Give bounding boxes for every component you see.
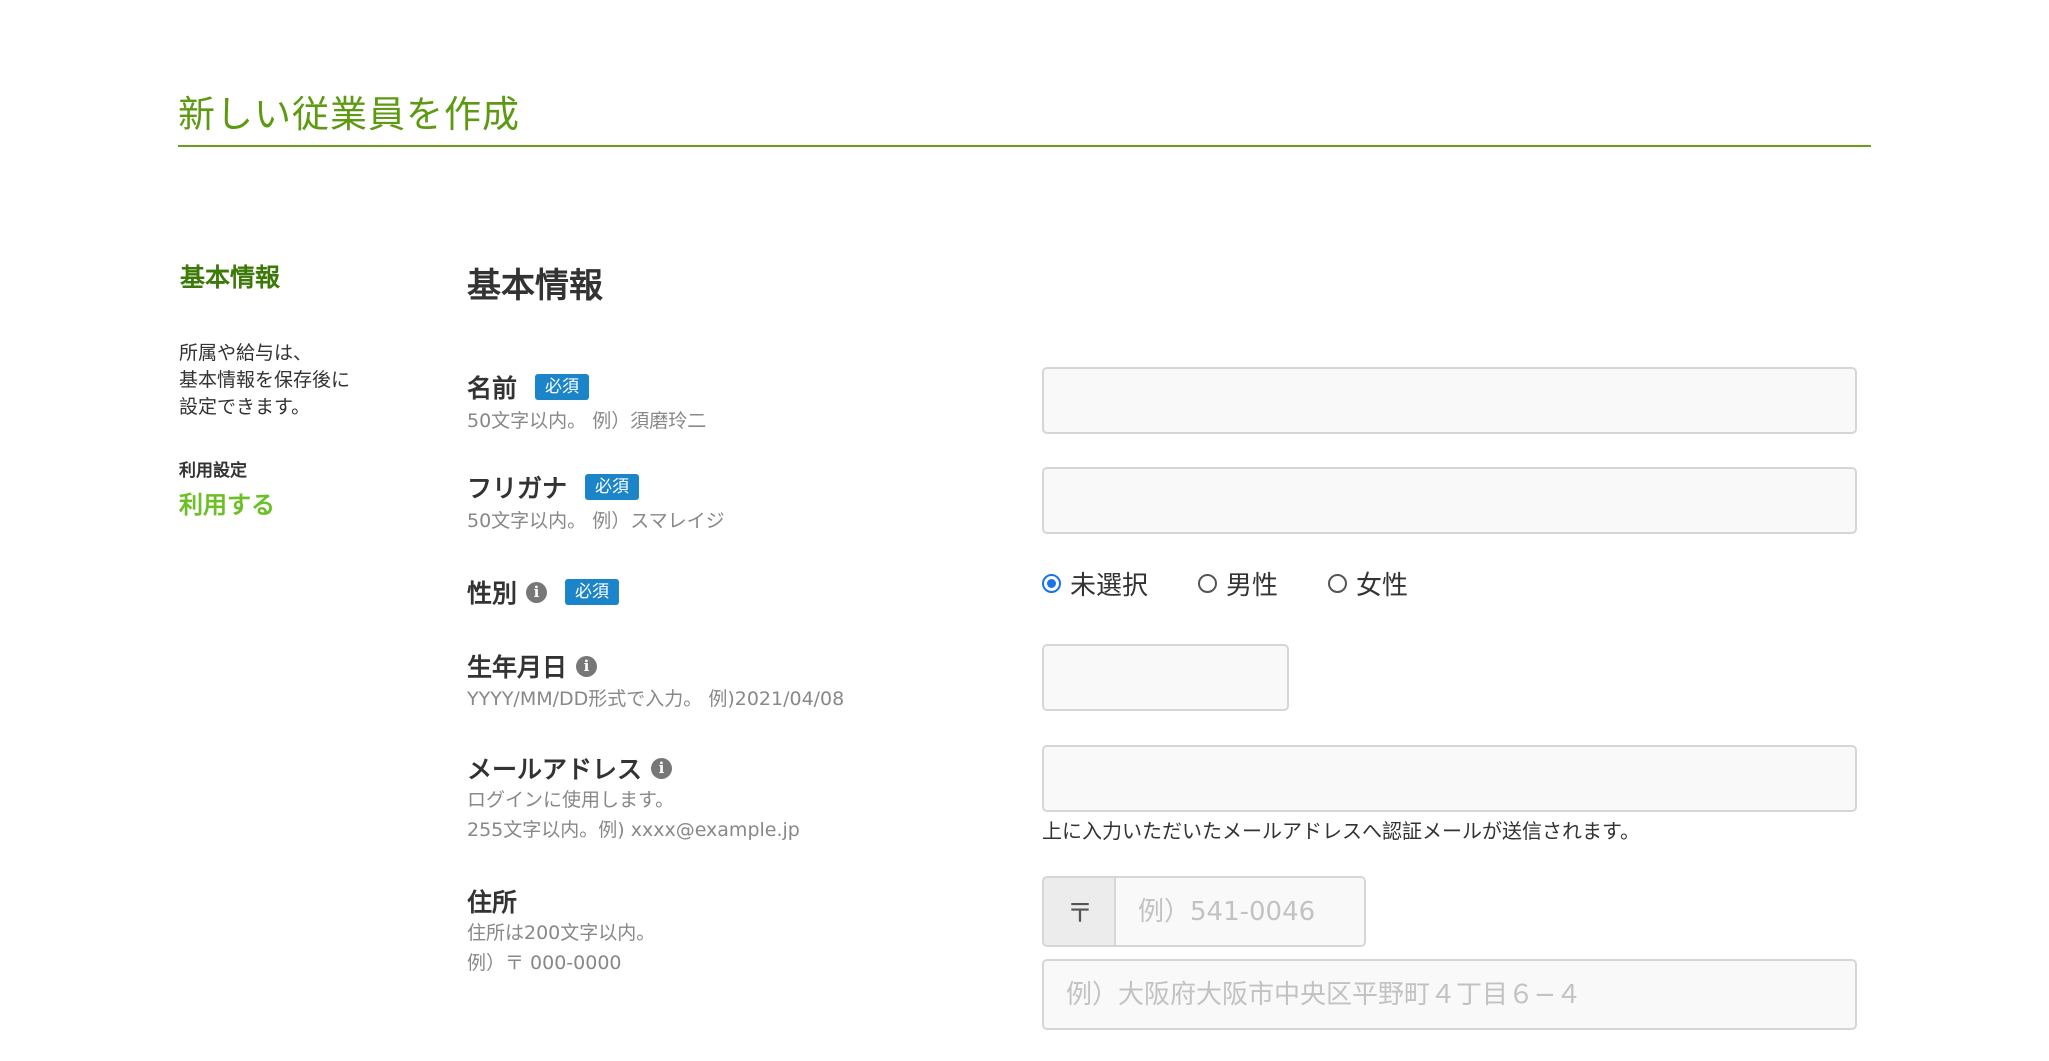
gender-option-unselected[interactable]: 未選択 (1042, 565, 1148, 602)
title-divider (178, 145, 1871, 147)
section-title: 基本情報 (467, 266, 603, 306)
gender-option-label: 女性 (1356, 571, 1409, 601)
radio-button[interactable] (1328, 574, 1348, 593)
gender-option-label: 未選択 (1070, 571, 1149, 601)
sidebar-note: 所属や給与は、 基本情報を保存後に 設定できます。 (179, 340, 350, 421)
usage-setting-label: 利用設定 (179, 461, 247, 481)
address-label-text: 住所 (467, 888, 518, 917)
kana-label: フリガナ 必須 (467, 469, 640, 505)
usage-setting-value[interactable]: 利用する (179, 485, 275, 520)
birthday-hint: YYYY/MM/DD形式で入力。 例)2021/04/08 (467, 688, 845, 710)
birthday-input[interactable] (1042, 644, 1289, 711)
required-badge: 必須 (565, 579, 620, 605)
name-hint: 50文字以内。 例）須磨玲二 (467, 410, 707, 432)
email-label: メールアドレス i (467, 750, 673, 786)
kana-label-text: フリガナ (467, 474, 568, 503)
name-input[interactable] (1042, 367, 1857, 434)
radio-button[interactable] (1198, 574, 1218, 593)
email-label-text: メールアドレス (467, 755, 643, 784)
gender-option-male[interactable]: 男性 (1198, 565, 1278, 602)
address-label: 住所 (467, 883, 517, 919)
address-hint-1: 住所は200文字以内。 (467, 922, 656, 944)
info-icon[interactable]: i (526, 581, 548, 603)
sidebar-note-line: 設定できます。 (179, 396, 311, 418)
email-hint-1: ログインに使用します。 (467, 789, 675, 811)
postal-mark-icon: 〒 (1042, 876, 1116, 947)
kana-hint: 50文字以内。 例）スマレイジ (467, 510, 725, 532)
name-label-text: 名前 (467, 374, 518, 403)
sidebar-note-line: 所属や給与は、 (179, 342, 313, 364)
address-hint-2: 例）〒 000-0000 (467, 952, 622, 974)
gender-label: 性別 i 必須 (467, 574, 620, 610)
email-hint-2: 255文字以内。例) xxxx@example.jp (467, 819, 800, 841)
kana-input[interactable] (1042, 467, 1857, 534)
birthday-label: 生年月日 i (467, 648, 598, 684)
email-input[interactable] (1042, 745, 1857, 812)
gender-option-label: 男性 (1226, 571, 1279, 601)
address-input[interactable] (1042, 959, 1857, 1030)
radio-button-checked[interactable] (1042, 574, 1061, 593)
postal-code-input[interactable] (1114, 876, 1366, 947)
info-icon[interactable]: i (651, 757, 673, 779)
sidebar-note-line: 基本情報を保存後に (179, 369, 351, 391)
sidebar-heading[interactable]: 基本情報 (180, 258, 280, 294)
gender-label-text: 性別 (467, 579, 518, 608)
gender-option-female[interactable]: 女性 (1328, 565, 1408, 602)
birthday-label-text: 生年月日 (467, 653, 568, 682)
info-icon[interactable]: i (576, 655, 598, 677)
gender-radio-group: 未選択 男性 女性 (1042, 565, 1458, 602)
required-badge: 必須 (585, 474, 640, 500)
required-badge: 必須 (535, 374, 590, 400)
name-label: 名前 必須 (467, 369, 590, 405)
email-verification-note: 上に入力いただいたメールアドレスへ認証メールが送信されます。 (1042, 819, 1640, 843)
page-title: 新しい従業員を作成 (178, 93, 520, 136)
